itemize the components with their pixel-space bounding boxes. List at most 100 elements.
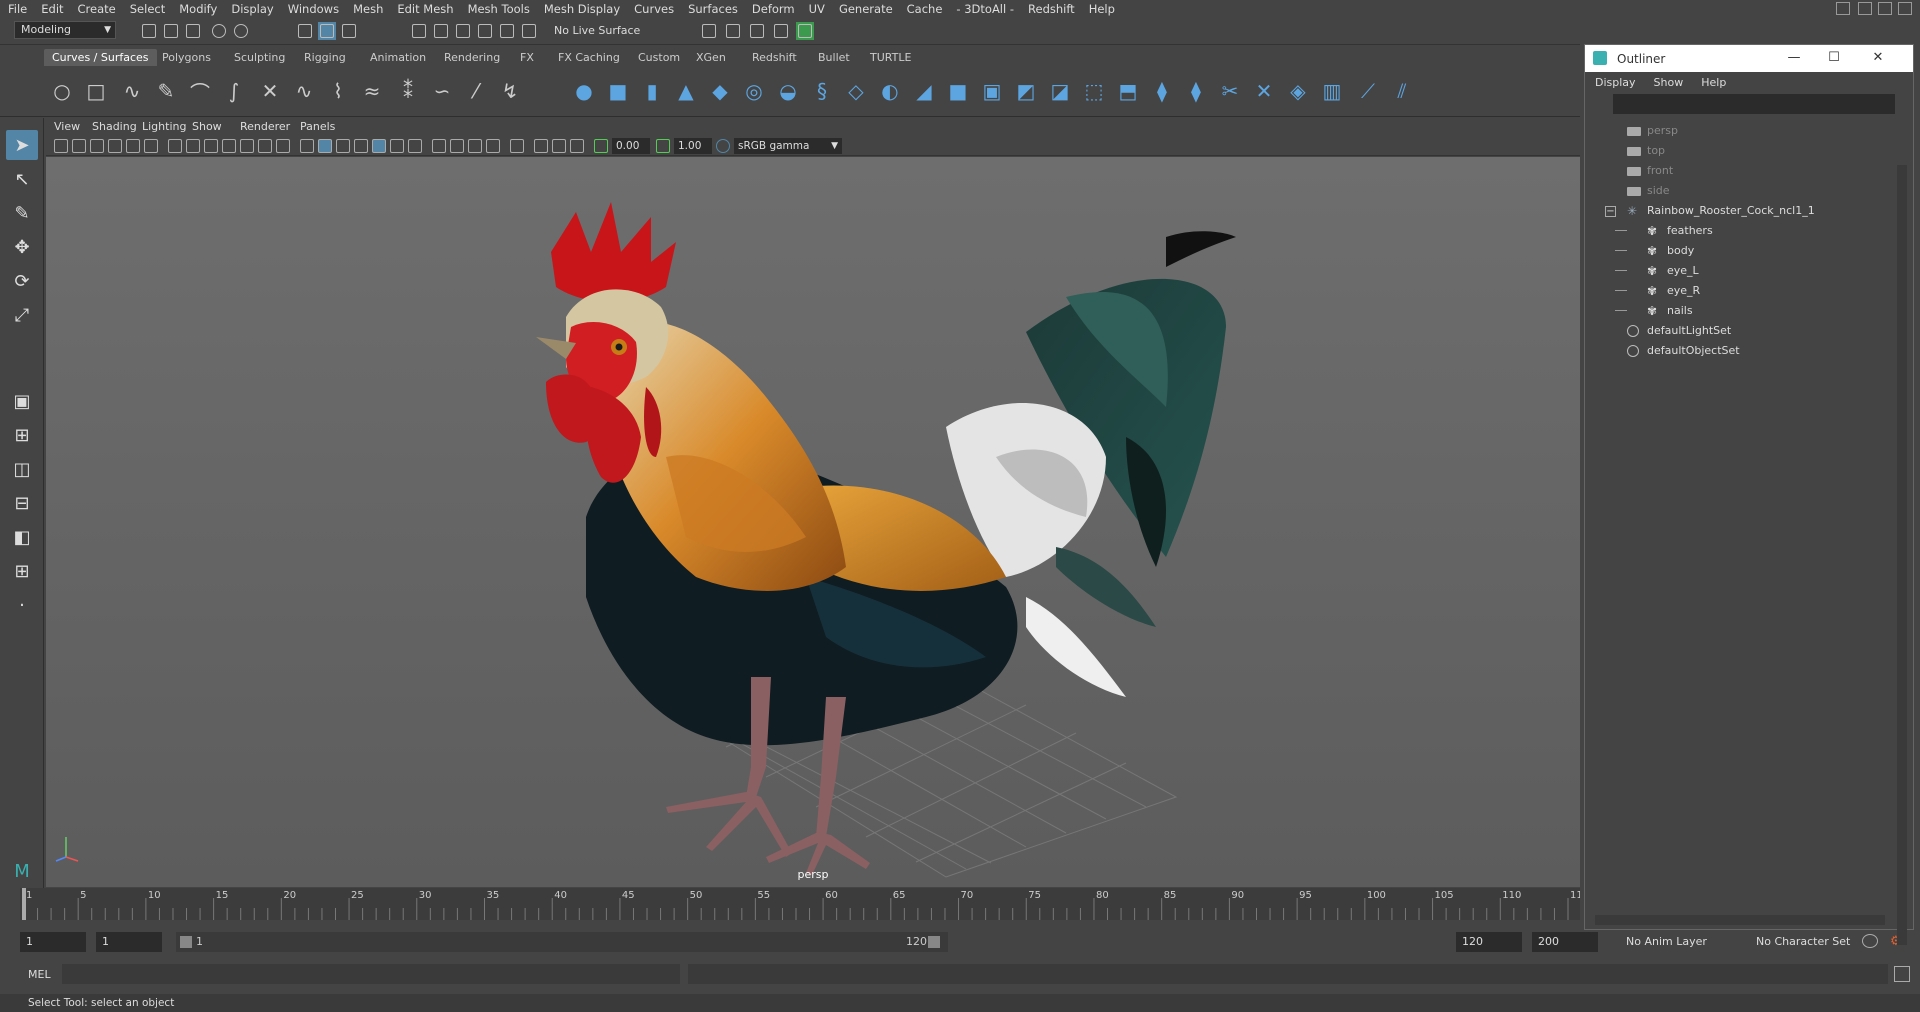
camera-attributes-icon[interactable] [72, 139, 86, 153]
auto-key-icon[interactable] [1862, 934, 1878, 948]
bevel-icon[interactable]: ◩ [1012, 77, 1040, 105]
image-plane-icon[interactable] [108, 139, 122, 153]
panel-menu-renderer[interactable]: Renderer [240, 120, 290, 133]
outliner-item[interactable]: ✾ nails [1585, 301, 1885, 321]
menu-windows[interactable]: Windows [288, 2, 339, 16]
nurbs-cone-icon[interactable]: ▲ [672, 77, 700, 105]
sidebar-toggle-icon[interactable] [1858, 2, 1872, 15]
cv-curve-icon[interactable]: ∿ [118, 77, 146, 105]
grid-icon[interactable] [168, 139, 182, 153]
open-scene-icon[interactable] [162, 22, 180, 40]
trim-tool-icon[interactable]: ✂ [1216, 77, 1244, 105]
menu-curves[interactable]: Curves [634, 2, 674, 16]
outliner-item[interactable]: front [1585, 161, 1885, 181]
menu-uv[interactable]: UV [809, 2, 825, 16]
history-icon[interactable] [520, 22, 538, 40]
insert-isoparm-icon[interactable]: ⬚ [1080, 77, 1108, 105]
render-settings-icon[interactable] [772, 22, 790, 40]
shelf-tab-fx-caching[interactable]: FX Caching [550, 49, 628, 66]
stitch-icon[interactable]: ⟋ [1354, 77, 1382, 105]
command-input[interactable] [62, 964, 680, 984]
attach-curve-icon[interactable]: ✕ [256, 77, 284, 105]
revolve-icon[interactable]: ◒ [774, 77, 802, 105]
select-hierarchy-icon[interactable] [296, 22, 314, 40]
shelf-tab-redshift[interactable]: Redshift [744, 49, 805, 66]
wireframe-on-shaded-icon[interactable] [354, 139, 368, 153]
shelf-tab-animation[interactable]: Animation [362, 49, 434, 66]
anti-aliasing-icon[interactable] [468, 139, 482, 153]
menu-mesh-display[interactable]: Mesh Display [544, 2, 620, 16]
minimize-icon[interactable]: — [1785, 50, 1803, 66]
sculpt-surface-icon[interactable]: ◈ [1284, 77, 1312, 105]
menu-help[interactable]: Help [1089, 2, 1115, 16]
extend-curve-icon[interactable]: ⌇ [324, 77, 352, 105]
surface-edit-icon[interactable]: ▥ [1318, 77, 1346, 105]
bookmark-icon[interactable] [90, 139, 104, 153]
range-end-handle[interactable] [928, 936, 940, 948]
script-editor-icon[interactable] [1894, 966, 1910, 982]
live-surface-field[interactable]: No Live Surface [550, 22, 660, 40]
menu-mesh-tools[interactable]: Mesh Tools [468, 2, 530, 16]
paint-select-tool-icon[interactable]: ✎ [6, 198, 38, 228]
new-scene-icon[interactable] [140, 22, 158, 40]
shelf-tab-bullet[interactable]: Bullet [810, 49, 858, 66]
smooth-shade-icon[interactable] [318, 139, 332, 153]
snap-curve-icon[interactable] [432, 22, 450, 40]
grease-pencil-icon[interactable] [144, 139, 158, 153]
move-tool-icon[interactable]: ✥ [6, 232, 38, 262]
range-slider[interactable]: 1 120 [176, 932, 948, 952]
shelf-tab-rendering[interactable]: Rendering [436, 49, 508, 66]
outliner-menu-help[interactable]: Help [1701, 76, 1726, 89]
nurbs-cylinder-icon[interactable]: ▮ [638, 77, 666, 105]
panel-menu-lighting[interactable]: Lighting [142, 120, 186, 133]
outliner-menu-display[interactable]: Display [1595, 76, 1636, 89]
collapse-toggle-icon[interactable]: − [1605, 206, 1616, 217]
snap-surface-icon[interactable] [498, 22, 516, 40]
rotate-tool-icon[interactable]: ⟳ [6, 266, 38, 296]
modeling-toolkit-icon[interactable] [1898, 2, 1912, 15]
rebuild-surface-icon[interactable]: ⧫ [1182, 77, 1210, 105]
bevel-plus-icon[interactable]: ◪ [1046, 77, 1074, 105]
outliner-scrollbar[interactable] [1897, 165, 1907, 945]
command-language-label[interactable]: MEL [28, 968, 51, 981]
bezier-curve-icon[interactable]: ∫ [220, 77, 248, 105]
birail-icon[interactable]: ◢ [910, 77, 938, 105]
isolate-select-icon[interactable] [510, 139, 524, 153]
end-time-field[interactable]: 120 [1456, 932, 1522, 952]
menu-redshift[interactable]: Redshift [1028, 2, 1075, 16]
workspace-icon[interactable] [1836, 2, 1850, 15]
safe-action-icon[interactable] [258, 139, 272, 153]
two-d-pan-icon[interactable] [126, 139, 140, 153]
toolbox-more-icon[interactable]: · [6, 590, 38, 620]
shelf-tab-polygons[interactable]: Polygons [154, 49, 219, 66]
shelf-tab-rigging[interactable]: Rigging [296, 49, 354, 66]
menu-create[interactable]: Create [78, 2, 116, 16]
select-tool-icon[interactable]: ➤ [6, 130, 38, 160]
menu-select[interactable]: Select [130, 2, 165, 16]
nurbs-circle-icon[interactable]: ○ [48, 77, 76, 105]
panel-menu-view[interactable]: View [54, 120, 80, 133]
hypershade-icon[interactable] [796, 22, 814, 40]
outliner-item[interactable]: defaultObjectSet [1585, 341, 1885, 361]
undo-icon[interactable] [210, 22, 228, 40]
menu-3dtoall[interactable]: - 3DtoAll - [956, 2, 1014, 16]
gamma-field[interactable]: 1.00 [674, 138, 712, 154]
outliner-item[interactable]: persp [1585, 121, 1885, 141]
outliner-item[interactable]: top [1585, 141, 1885, 161]
resolution-gate-icon[interactable] [204, 139, 218, 153]
select-object-icon[interactable] [318, 22, 336, 40]
select-component-icon[interactable] [340, 22, 358, 40]
snap-point-icon[interactable] [454, 22, 472, 40]
xray-icon[interactable] [534, 139, 548, 153]
ep-curve-icon[interactable]: ⌒ [186, 77, 214, 105]
persp-graph-layout-icon[interactable]: ⊟ [6, 488, 38, 518]
shelf-tab-curves-surfaces[interactable]: Curves / Surfaces [44, 49, 157, 66]
current-frame-marker[interactable] [22, 888, 26, 920]
project-curve-icon[interactable]: ⫽ [1388, 77, 1416, 105]
boundary-icon[interactable]: ■ [944, 77, 972, 105]
field-chart-icon[interactable] [240, 139, 254, 153]
select-camera-icon[interactable] [54, 139, 68, 153]
panel-menu-panels[interactable]: Panels [300, 120, 335, 133]
offset-curve-icon[interactable]: ≈ [358, 77, 386, 105]
smooth-curve-icon[interactable]: ⁄ [462, 77, 490, 105]
